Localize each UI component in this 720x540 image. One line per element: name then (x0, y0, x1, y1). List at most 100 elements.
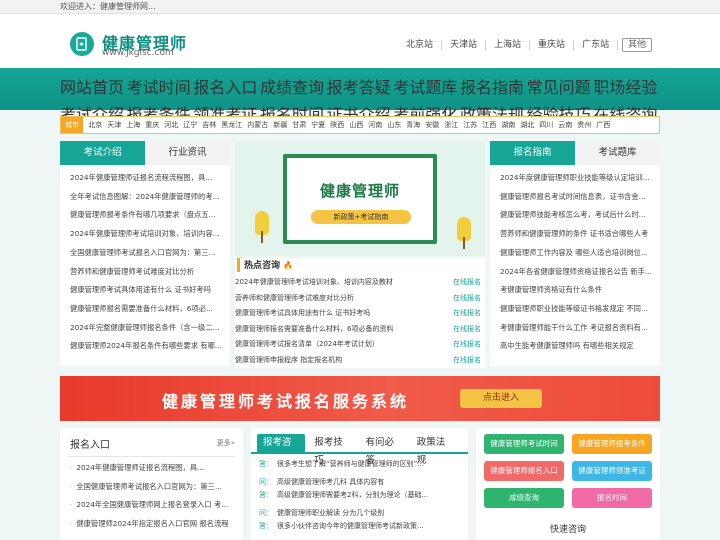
city-link[interactable]: 江苏 (463, 117, 477, 133)
logo-icon[interactable] (70, 32, 94, 56)
city-link[interactable]: 内蒙古 (247, 117, 268, 133)
registration-item[interactable]: 2024年健康管理师证报名流程图，具... (60, 459, 243, 478)
guide-item[interactable]: 2024年各省健康管理师资格证报名公告 新手... (500, 263, 652, 282)
registration-item[interactable]: 2024年全国健康管理师网上报名登录入口 考... (60, 496, 243, 515)
news-item[interactable]: 2024年健康管理师考试培训对象、培训内容... (70, 225, 222, 244)
city-link[interactable]: 宁夏 (311, 117, 325, 133)
quick-link-button[interactable]: 健康管理师领准考证 (572, 461, 652, 481)
news-item[interactable]: 健康管理师2024年报名条件有哪些要求 有哪... (70, 337, 222, 356)
city-link[interactable]: 陕西 (330, 117, 344, 133)
station-link[interactable]: 广东站 (574, 40, 619, 50)
quick-link-button[interactable]: 健康管理师考试时间 (484, 434, 564, 454)
nav-link[interactable]: 职场经验 (593, 74, 660, 98)
city-link[interactable]: 辽宁 (183, 117, 197, 133)
city-link[interactable]: 山东 (387, 117, 401, 133)
news-item[interactable]: 健康管理师报名需要准备什么材料，6项必... (70, 300, 222, 319)
quick-link-button[interactable]: 成绩查询 (484, 488, 564, 508)
qa-tab[interactable]: 报考技巧 (308, 434, 356, 466)
news-item[interactable]: 健康管理师考试具体用途有什么 证书好考吗 (70, 281, 222, 300)
hot-question[interactable]: 健康管理师报名需要准备什么材料，6项必备的资料 (235, 322, 393, 338)
tab-exam-intro[interactable]: 考试介绍 (60, 141, 145, 165)
hot-question[interactable]: 2024年健康管理师考试培训对象、培训内容及教材 (235, 275, 393, 291)
station-link[interactable]: 上海站 (486, 40, 531, 50)
promo-banner[interactable]: 健康管理师 新政策+考试指南 (235, 141, 485, 256)
tab-industry-news[interactable]: 行业资讯 (145, 141, 230, 165)
other-station-button[interactable]: 其他 (622, 38, 653, 52)
city-link[interactable]: 浙江 (444, 117, 458, 133)
guide-item[interactable]: 营养师和健康管理师的条件 证书适合哪些人考 (500, 225, 652, 244)
nav-link[interactable]: 报名指南 (460, 74, 527, 98)
qa-tab[interactable]: 报考咨询 (257, 434, 306, 466)
station-link[interactable]: 天津站 (442, 40, 487, 50)
online-register-link[interactable]: 在线报名 (453, 337, 481, 353)
city-link[interactable]: 重庆 (145, 117, 159, 133)
city-link[interactable]: 新疆 (273, 117, 287, 133)
city-link[interactable]: 山西 (349, 117, 363, 133)
registration-item[interactable]: 全国健康管理师考试报名入口官网为：第三... (60, 478, 243, 497)
station-link[interactable]: 北京站 (398, 40, 443, 50)
qa-line[interactable]: 答： 高级健康管理师需要考2科，分别为理论（基础... (259, 489, 460, 502)
city-link[interactable]: 青海 (406, 117, 420, 133)
online-register-link[interactable]: 在线报名 (453, 306, 481, 322)
city-link[interactable]: 河北 (164, 117, 178, 133)
guide-item[interactable]: 考健康管理师资格证有什么条件 (500, 281, 652, 300)
hot-question[interactable]: 健康管理师申报程序 指定报名机构 (235, 353, 342, 369)
city-link[interactable]: 河南 (368, 117, 382, 133)
nav-link[interactable]: 成绩查询 (260, 74, 327, 98)
news-item[interactable]: 全年考试信息图解：2024年健康管理师的考... (70, 188, 222, 207)
city-link[interactable]: 天津 (107, 117, 121, 133)
online-register-link[interactable]: 在线报名 (453, 322, 481, 338)
city-link[interactable]: 吉林 (202, 117, 216, 133)
city-link[interactable]: 湖南 (501, 117, 515, 133)
hot-question[interactable]: 健康管理师考试具体用途有什么 证书好考吗 (235, 306, 370, 322)
guide-item[interactable]: 健康管理师报名考试时间信息表，证书含金... (500, 188, 652, 207)
hot-question[interactable]: 健康管理师考试报名清单（2024年考试计划） (235, 337, 379, 353)
city-link[interactable]: 贵州 (577, 117, 591, 133)
quick-link-button[interactable]: 报名时间 (572, 488, 652, 508)
news-item[interactable]: 2024年健康管理师证报名流程流程图，具... (70, 169, 222, 188)
guide-item[interactable]: 高中生能考健康管理师吗 有哪些相关规定 (500, 337, 652, 356)
online-register-link[interactable]: 在线报名 (453, 275, 481, 291)
guide-item[interactable]: 考健康管理师能干什么工作 考证报名资料有... (500, 319, 652, 338)
tab-question-bank[interactable]: 考试题库 (575, 141, 660, 165)
city-link[interactable]: 四川 (539, 117, 553, 133)
nav-link[interactable]: 报考答疑 (327, 74, 394, 98)
city-link[interactable]: 安徽 (425, 117, 439, 133)
news-item[interactable]: 2024年完整健康管理师报名条件（含一级二... (70, 319, 222, 338)
nav-link[interactable]: 报名入口 (193, 74, 260, 98)
registration-item[interactable]: 健康管理师2024年指定报名入口官网 报名流程 (60, 515, 243, 534)
qa-tab[interactable]: 政策法规 (411, 434, 459, 466)
tab-registration-guide[interactable]: 报名指南 (490, 141, 575, 165)
city-link[interactable]: 甘肃 (292, 117, 306, 133)
news-item[interactable]: 全国健康管理师考试报名入口官网为：第三... (70, 244, 222, 263)
city-link[interactable]: 江西 (482, 117, 496, 133)
guide-item[interactable]: 健康管理师职业技能等级证书格发规定 不同... (500, 300, 652, 319)
quick-link-button[interactable]: 健康管理师报名入口 (484, 461, 564, 481)
guide-item[interactable]: 健康管理师工作内容及 哪些人适合培训岗位... (500, 244, 652, 263)
online-register-link[interactable]: 在线报名 (453, 291, 481, 307)
city-link[interactable]: 湖北 (520, 117, 534, 133)
more-link[interactable]: 更多» (217, 436, 235, 451)
city-link[interactable]: 广西 (596, 117, 610, 133)
qa-tab[interactable]: 有问必答 (360, 434, 408, 466)
guide-item[interactable]: 健康管理师技能考核怎么考，考试后什么时... (500, 206, 652, 225)
news-item[interactable]: 营养师和健康管理师考试难度对比分析 (70, 263, 222, 282)
nav-link[interactable]: 网站首页 (60, 74, 127, 98)
station-link[interactable]: 重庆站 (530, 40, 575, 50)
quick-link-button[interactable]: 健康管理师报考条件 (572, 434, 652, 454)
online-register-link[interactable]: 在线报名 (453, 353, 481, 369)
hot-question[interactable]: 营养师和健康管理师考试难度对比分析 (235, 291, 354, 307)
news-item[interactable]: 健康管理师报考条件有哪几项要求（盘点五... (70, 206, 222, 225)
qa-line[interactable]: 答： 很多考生想了解“营养师与健康管理师的区别”... (259, 458, 460, 471)
qa-line[interactable]: 答： 很多小伙伴咨询今年的健康管理师考试新政策... (259, 520, 460, 533)
qa-line[interactable]: 问： 健康管理师职业解读 分为几个级别 (259, 507, 460, 520)
nav-link[interactable]: 常见问题 (527, 74, 594, 98)
nav-link[interactable]: 考试时间 (127, 74, 194, 98)
qa-line[interactable]: 问： 高级健康管理师考几科 具体内容有 (259, 476, 460, 489)
guide-item[interactable]: 2024年度健康管理师职业技能等级认定培训... (500, 169, 652, 188)
enter-button[interactable]: 点击进入 (460, 389, 542, 408)
registration-service-banner[interactable]: 健康管理师考试报名服务系统 点击进入 (60, 376, 660, 421)
city-link[interactable]: 上海 (126, 117, 140, 133)
city-link[interactable]: 云南 (558, 117, 572, 133)
city-link[interactable]: 黑龙江 (221, 117, 242, 133)
